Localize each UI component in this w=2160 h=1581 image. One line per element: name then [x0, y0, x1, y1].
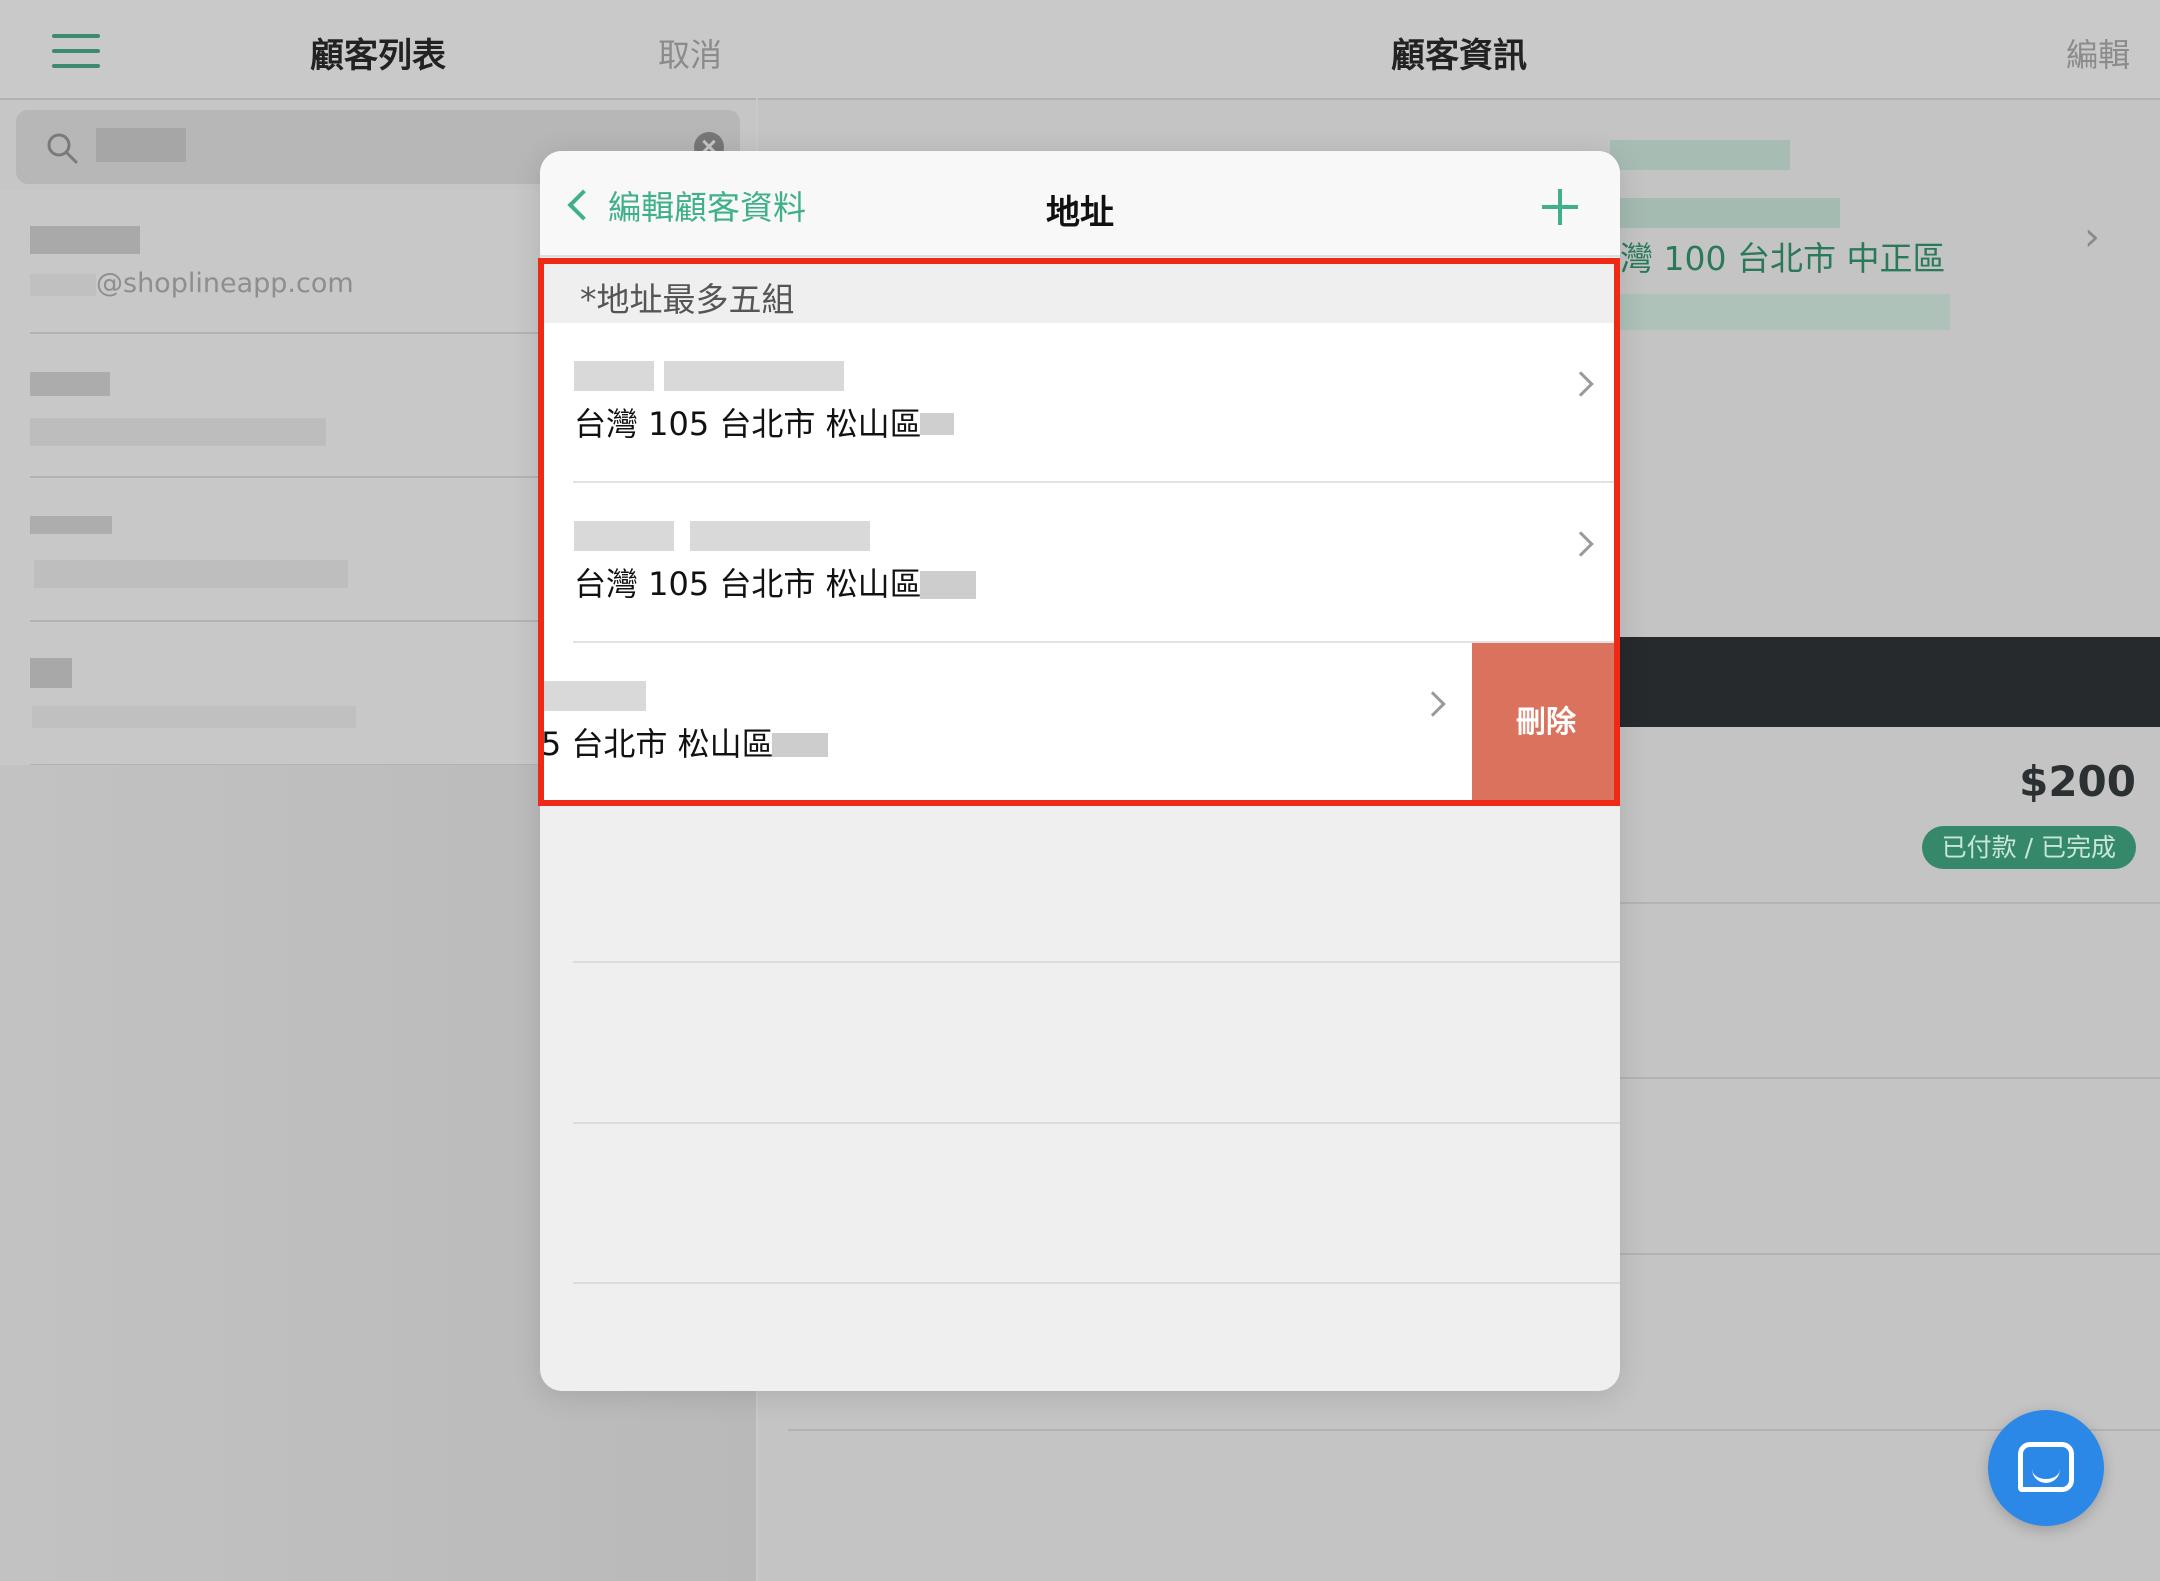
address-recipient-redacted — [574, 521, 870, 551]
email-redacted — [1620, 294, 1950, 330]
address-row[interactable]: 台灣 105 台北市 松山區 — [540, 483, 1620, 643]
chevron-right-icon — [1568, 531, 1594, 557]
address-text: 台灣 105 台北市 松山區 — [574, 565, 922, 603]
customer-name-redacted — [30, 658, 72, 688]
divider — [573, 1282, 1620, 1284]
modal-title: 地址 — [1046, 193, 1114, 233]
modal-header: 編輯顧客資料 地址 — [540, 151, 1620, 257]
divider — [1558, 902, 2160, 904]
birthday-redacted — [1610, 140, 1790, 170]
address-row-content[interactable]: 台灣 105 台北市 松山區 — [540, 483, 1620, 643]
customer-address-preview: 灣 100 台北市 中正區 — [1620, 239, 1946, 278]
order-status-badge: 已付款 / 已完成 — [1921, 826, 2136, 869]
chat-button[interactable] — [1988, 1410, 2104, 1526]
address-text: 台灣 105 台北市 松山區 — [540, 725, 774, 763]
divider — [573, 1122, 1620, 1124]
customer-name-redacted — [30, 226, 140, 254]
address-modal: 編輯顧客資料 地址 *地址最多五組 台灣 105 台北市 松山區 台灣 105 … — [540, 151, 1620, 1391]
chevron-right-icon[interactable]: › — [2084, 214, 2100, 260]
search-value-redacted — [96, 128, 186, 162]
address-row-content[interactable]: 台灣 105 台北市 松山區 — [540, 323, 1620, 483]
address-detail-redacted — [920, 571, 976, 599]
customer-name-redacted — [30, 516, 112, 534]
email-prefix-redacted — [30, 274, 96, 296]
phone-redacted — [1620, 198, 1840, 228]
plus-icon[interactable] — [1542, 189, 1578, 225]
address-detail-redacted — [772, 733, 828, 757]
customer-name-redacted — [30, 372, 110, 396]
customer-list-navbar: 顧客列表 取消 — [0, 0, 756, 100]
address-row[interactable]: 台灣 105 台北市 松山區 — [540, 323, 1620, 483]
customer-email: @shoplineapp.com — [96, 268, 354, 299]
customer-email-redacted — [34, 560, 348, 588]
divider — [788, 1429, 2160, 1431]
divider — [1558, 1077, 2160, 1079]
customer-info-navbar: 顧客資訊 編輯 — [758, 0, 2160, 100]
customer-list-title: 顧客列表 — [310, 36, 446, 76]
chat-icon — [2018, 1442, 2074, 1492]
search-icon — [47, 133, 78, 164]
address-detail-redacted — [920, 413, 954, 435]
address-recipient-redacted — [574, 361, 844, 391]
address-text: 台灣 105 台北市 松山區 — [574, 405, 922, 443]
address-limit-text: *地址最多五組 — [580, 280, 795, 319]
cancel-button[interactable]: 取消 — [658, 30, 722, 76]
address-row-swiped[interactable]: 台灣 105 台北市 松山區 刪除 — [540, 643, 1620, 803]
divider — [1558, 1253, 2160, 1255]
address-row-content[interactable]: 台灣 105 台北市 松山區 — [540, 643, 1472, 803]
address-limit-note: *地址最多五組 — [540, 259, 1620, 323]
address-recipient-redacted — [540, 681, 696, 711]
delete-button[interactable]: 刪除 — [1472, 643, 1620, 803]
order-amount: $200 — [2019, 757, 2136, 806]
divider — [573, 961, 1620, 963]
edit-button[interactable]: 編輯 — [2066, 30, 2130, 76]
chevron-right-icon — [1568, 371, 1594, 397]
customer-email-redacted — [30, 418, 326, 446]
chevron-right-icon — [1420, 691, 1446, 717]
customer-email-redacted — [32, 706, 356, 728]
customer-info-title: 顧客資訊 — [1391, 36, 1527, 76]
